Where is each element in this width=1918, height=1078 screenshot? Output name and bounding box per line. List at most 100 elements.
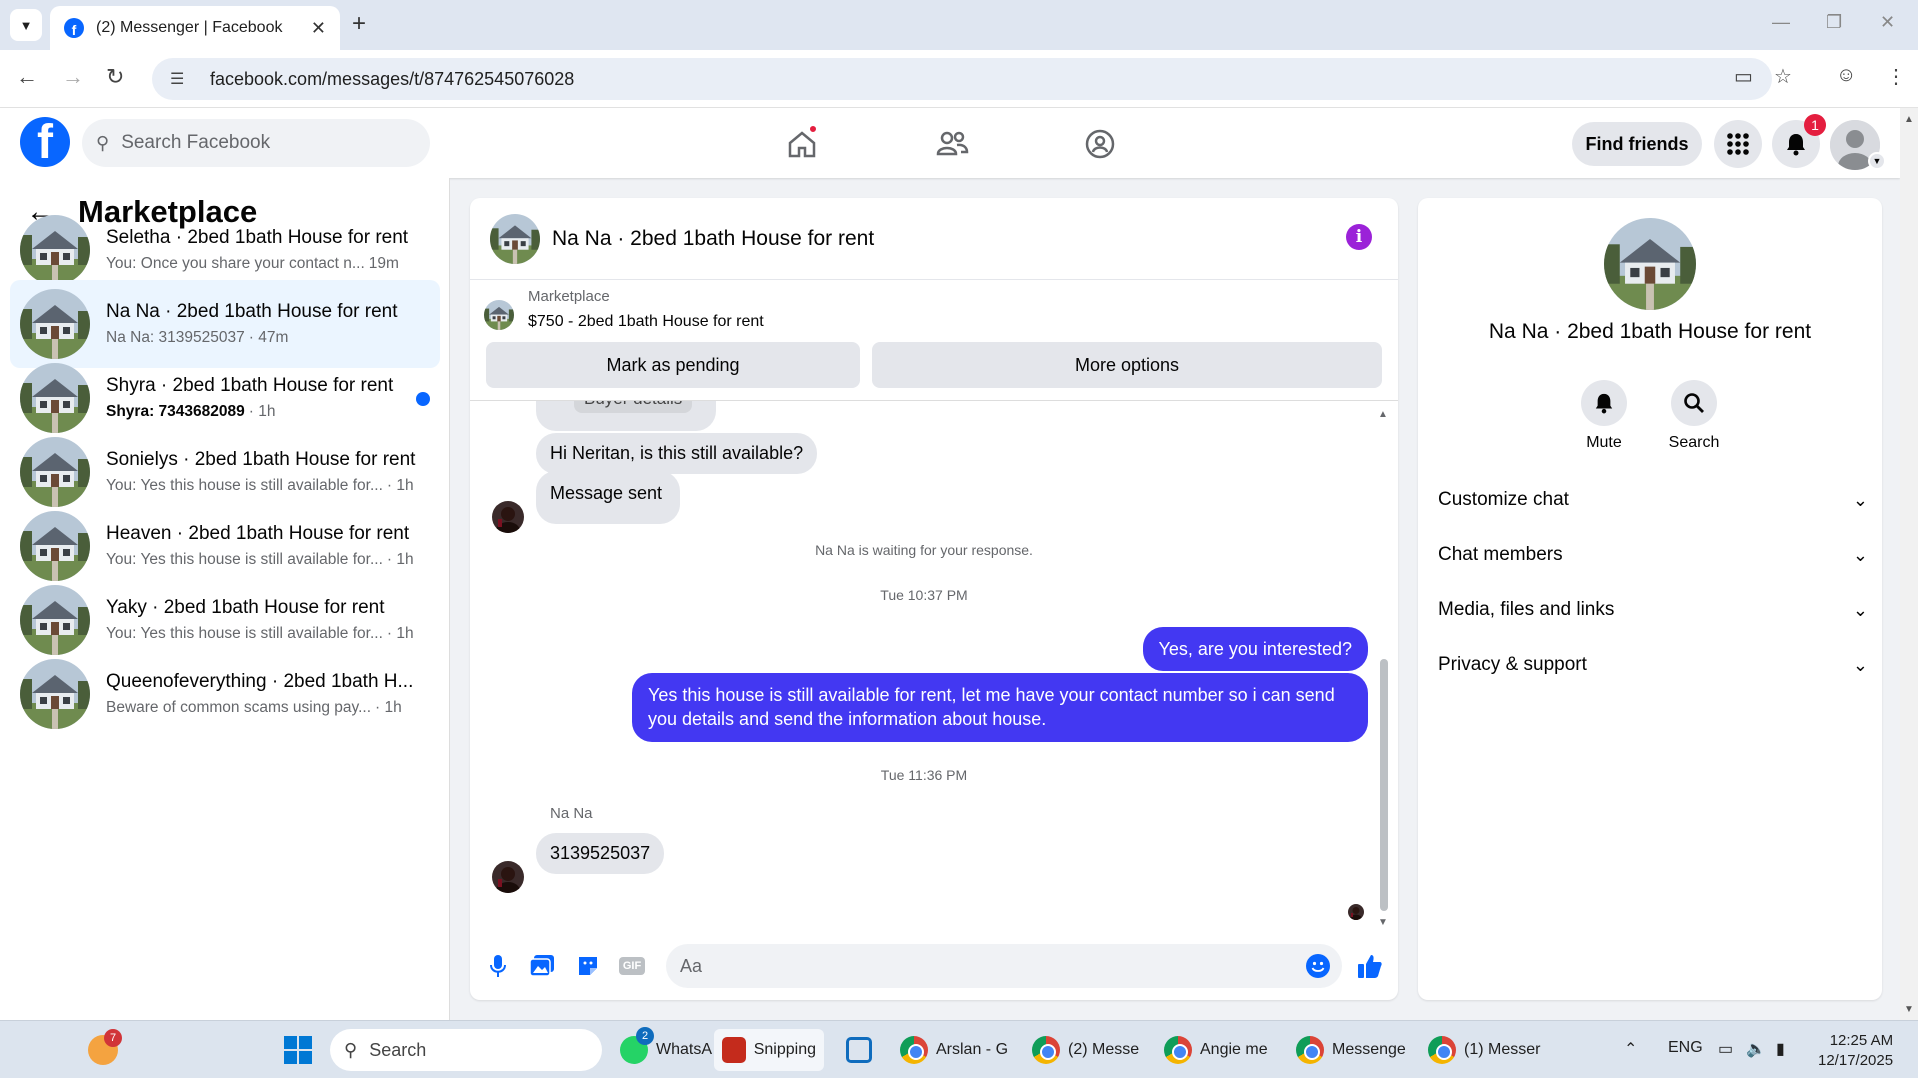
start-button[interactable]: [284, 1029, 312, 1071]
close-icon[interactable]: ✕: [311, 18, 326, 39]
address-bar[interactable]: ☰ facebook.com/messages/t/87476254507602…: [152, 58, 1772, 100]
chat-panel: Na Na · 2bed 1bath House for rent i Mark…: [470, 198, 1398, 1000]
scrollbar-thumb[interactable]: [1380, 659, 1388, 911]
home-nav-icon[interactable]: [780, 122, 824, 166]
taskbar-search-label: Search: [369, 1039, 427, 1060]
scroll-up-icon[interactable]: ▲: [1904, 114, 1914, 125]
display-icon[interactable]: ▭: [1718, 1039, 1733, 1059]
composer-placeholder: Aa: [680, 955, 703, 976]
menu-dots-icon[interactable]: ⋮: [1886, 64, 1906, 89]
taskbar-chrome-4[interactable]: Messenge: [1296, 1029, 1406, 1071]
conversation-name: Na Na · 2bed 1bath House for rent: [106, 301, 398, 322]
chevron-down-icon[interactable]: ▼: [1868, 152, 1886, 170]
emoji-icon[interactable]: [1306, 954, 1330, 978]
profile-icon[interactable]: ☺: [1836, 64, 1856, 87]
site-settings-icon[interactable]: ☰: [170, 69, 192, 89]
clock-date: 12/17/2025: [1818, 1052, 1894, 1069]
find-friends-button[interactable]: Find friends: [1572, 122, 1702, 166]
chrome-icon: [1164, 1036, 1192, 1064]
info-icon[interactable]: i: [1346, 224, 1372, 250]
chat-avatar[interactable]: [490, 214, 540, 264]
sender-avatar[interactable]: [492, 501, 524, 533]
tab-title: (2) Messenger | Facebook: [96, 19, 283, 36]
conversation-preview: You: Once you share your contact n...: [106, 255, 365, 272]
back-arrow-icon[interactable]: ←: [16, 64, 38, 90]
chevron-up-icon[interactable]: ⌃: [1624, 1039, 1637, 1059]
volume-icon[interactable]: 🔈: [1746, 1039, 1766, 1059]
gif-icon[interactable]: GIF: [618, 952, 646, 980]
forward-arrow-icon[interactable]: →: [62, 64, 84, 90]
photo-icon[interactable]: [528, 952, 556, 980]
chevron-down-icon: ⌄: [1852, 599, 1868, 620]
browser-tab-bar: ▼ f (2) Messenger | Facebook ✕ + — ❐ ✕: [0, 0, 1918, 50]
chevron-down-icon: ⌄: [1852, 654, 1868, 675]
menu-grid-icon[interactable]: [1714, 120, 1762, 168]
gif-label: GIF: [618, 957, 646, 975]
conversation-name: Yaky · 2bed 1bath House for rent: [106, 597, 385, 618]
taskbar-chrome-5[interactable]: (1) Messer: [1428, 1029, 1540, 1071]
customize-chat-section[interactable]: Customize chat ⌄: [1438, 476, 1868, 524]
scroll-up-icon[interactable]: ▲: [1378, 409, 1388, 420]
search-icon: ⚲: [344, 1039, 358, 1060]
mark-as-pending-button[interactable]: Mark as pending: [486, 342, 860, 388]
incoming-message: Message sent: [536, 471, 681, 524]
taskbar-item-label: (2) Messe: [1068, 1041, 1140, 1058]
page-scrollbar[interactable]: ▲ ▼: [1900, 108, 1918, 1020]
conversation-preview: Shyra: 7343682089: [106, 403, 245, 420]
incoming-message: Hi Neritan, is this still available?: [536, 433, 818, 474]
scroll-down-icon[interactable]: ▼: [1378, 917, 1388, 928]
mute-label: Mute: [1586, 434, 1622, 451]
reload-icon[interactable]: ↻: [106, 64, 124, 90]
restore-icon[interactable]: ❐: [1826, 12, 1842, 33]
sender-name: Na Na: [550, 805, 593, 822]
more-options-button[interactable]: More options: [872, 342, 1382, 388]
minimize-icon[interactable]: —: [1772, 12, 1790, 33]
snipping-tool-icon: [722, 1037, 746, 1063]
microphone-icon[interactable]: [484, 952, 512, 980]
conversation-item[interactable]: Queenofeverything · 2bed 1bath H... Bewar…: [10, 650, 440, 738]
buyer-details-chip[interactable]: Buyer details: [574, 401, 693, 413]
install-app-icon[interactable]: ▭: [1734, 64, 1753, 89]
chat-members-section[interactable]: Chat members ⌄: [1438, 531, 1868, 579]
conversation-preview: Beware of common scams using pay...: [106, 699, 372, 716]
taskbar-chrome-2[interactable]: (2) Messe: [1032, 1029, 1139, 1071]
language-indicator[interactable]: ENG: [1668, 1039, 1703, 1057]
bookmark-star-icon[interactable]: ☆: [1774, 64, 1792, 89]
privacy-support-section[interactable]: Privacy & support ⌄: [1438, 641, 1868, 689]
conversation-avatar: [20, 511, 90, 581]
sticker-icon[interactable]: [574, 952, 602, 980]
taskbar-chrome-1[interactable]: Arslan - G: [900, 1029, 1008, 1071]
scroll-down-icon[interactable]: ▼: [1904, 1004, 1914, 1015]
search-icon: ⚲: [96, 132, 110, 153]
tab-search-button[interactable]: ▼: [10, 9, 42, 41]
media-files-links-section[interactable]: Media, files and links ⌄: [1438, 586, 1868, 634]
thumbs-up-icon[interactable]: [1356, 952, 1384, 980]
system-clock[interactable]: 12:25 AM 12/17/2025: [1818, 1031, 1893, 1071]
battery-icon[interactable]: ▮: [1776, 1039, 1785, 1059]
taskbar-snipping-tool[interactable]: Snipping: [714, 1029, 824, 1071]
conversation-preview: You: Yes this house is still available f…: [106, 625, 383, 642]
taskbar-search[interactable]: ⚲ Search: [330, 1029, 602, 1071]
conversation-details-panel: Na Na · 2bed 1bath House for rent Mute S…: [1418, 198, 1882, 1000]
browser-tab-messenger[interactable]: f (2) Messenger | Facebook ✕: [50, 6, 340, 50]
taskbar-chrome-3[interactable]: Angie me: [1164, 1029, 1268, 1071]
search-icon: [1671, 380, 1717, 426]
mute-button[interactable]: Mute: [1564, 380, 1644, 452]
partial-message-bubble: Buyer details: [536, 401, 717, 431]
chat-title[interactable]: Na Na · 2bed 1bath House for rent: [552, 227, 874, 251]
taskbar-snip-sketch[interactable]: [846, 1029, 872, 1071]
window-close-icon[interactable]: ✕: [1880, 12, 1895, 33]
facebook-logo-icon[interactable]: f: [20, 117, 70, 167]
friends-nav-icon[interactable]: [930, 122, 974, 166]
sender-avatar[interactable]: [492, 861, 524, 893]
chat-scrollbar[interactable]: ▲ ▼: [1378, 409, 1388, 929]
listing-banner[interactable]: Marketplace $750 - 2bed 1bath House for …: [484, 288, 764, 331]
details-avatar[interactable]: [1604, 218, 1696, 310]
message-input[interactable]: Aa: [666, 944, 1342, 988]
groups-nav-icon[interactable]: [1078, 122, 1122, 166]
search-in-conversation-button[interactable]: Search: [1654, 380, 1734, 452]
facebook-search-input[interactable]: ⚲ Search Facebook: [82, 119, 430, 167]
taskbar-whatsapp[interactable]: WhatsA: [620, 1029, 712, 1071]
section-label: Customize chat: [1438, 489, 1569, 510]
new-tab-button[interactable]: +: [352, 10, 366, 38]
